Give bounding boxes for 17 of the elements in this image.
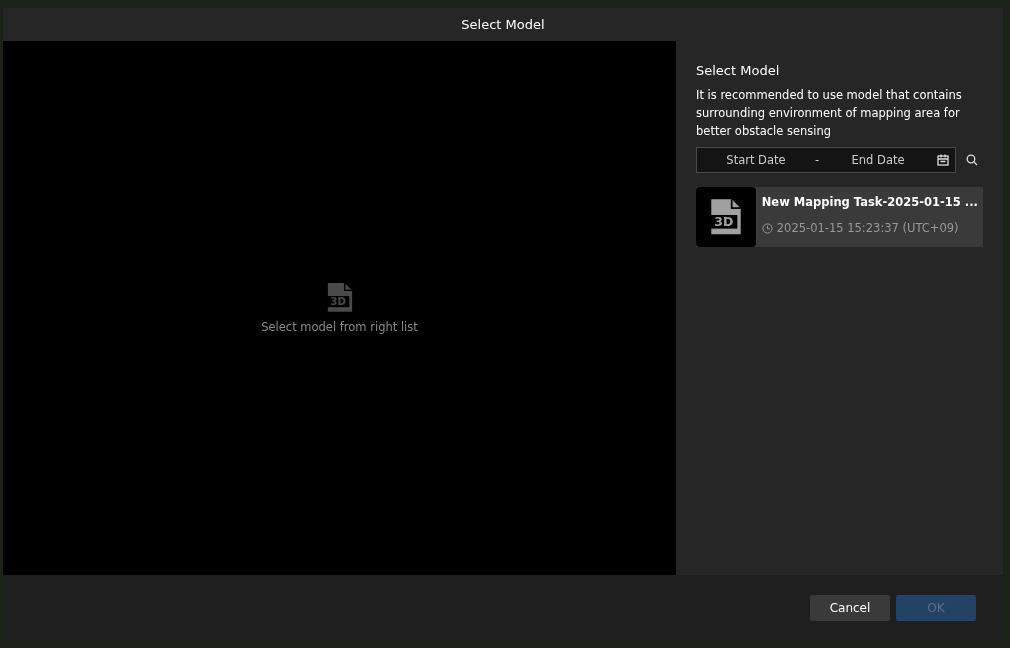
model-name: New Mapping Task-2025-01-15 ... [761, 195, 977, 209]
model-file-icon: 3D [325, 281, 354, 313]
empty-hint: Select model from right list [261, 320, 418, 335]
end-date-field[interactable]: End Date [819, 152, 937, 168]
start-date-field[interactable]: Start Date [697, 152, 815, 168]
range-separator: - [814, 153, 820, 167]
model-time: 2025-01-15 15:23:37 (UTC+09) [776, 221, 959, 235]
cancel-button[interactable]: Cancel [810, 594, 890, 621]
panel-heading: Select Model [696, 63, 781, 78]
clock-icon [761, 222, 773, 234]
dialog-title: Select Model [3, 8, 1003, 41]
panel-description: It is recommended to use model that contains surrounding environment of mapping area for better obstacle sensing [696, 87, 963, 140]
search-icon[interactable] [966, 154, 978, 166]
model-card[interactable]: 3D New Mapping Task-2025-01-15 ... 2025-01-15 15:23:37 (UTC+09) [696, 187, 983, 247]
calendar-icon[interactable] [937, 154, 949, 166]
model-file-icon: 3D [708, 198, 743, 236]
date-range-field[interactable]: Start Date - End Date [696, 147, 956, 173]
